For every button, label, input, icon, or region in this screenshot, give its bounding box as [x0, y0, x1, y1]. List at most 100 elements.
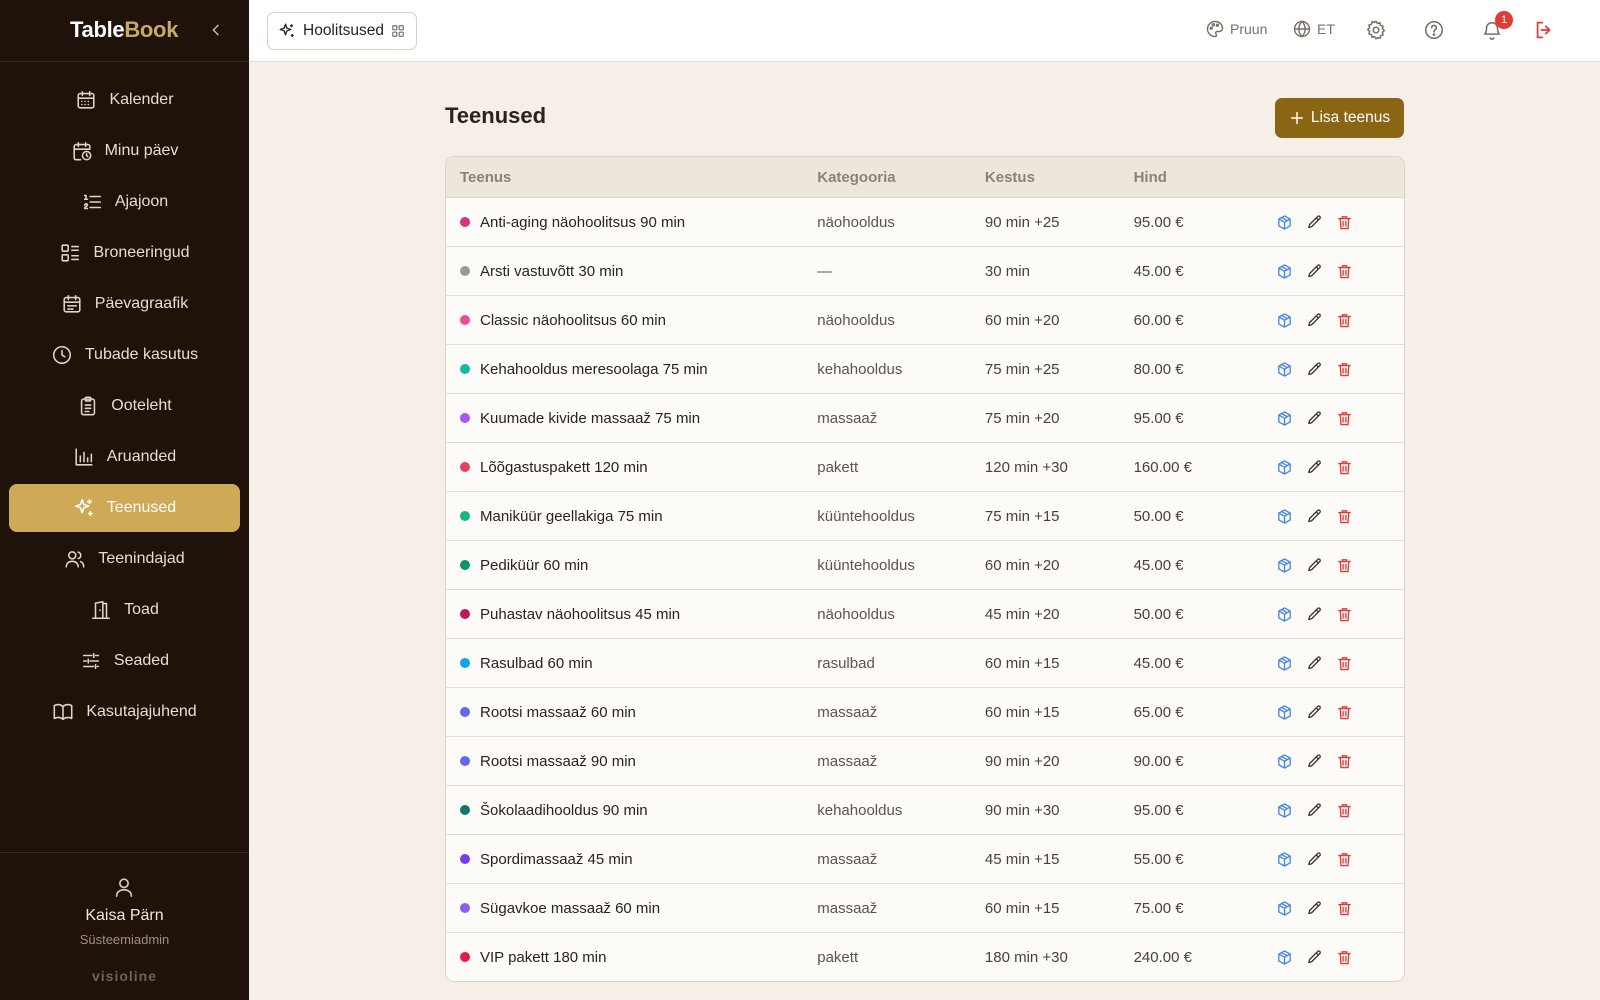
sidebar-item-tubade-kasutus[interactable]: Tubade kasutus — [9, 331, 240, 379]
package-button[interactable] — [1275, 556, 1293, 574]
delete-button[interactable] — [1335, 458, 1353, 476]
delete-button[interactable] — [1335, 654, 1353, 672]
sidebar-item-toad[interactable]: Toad — [9, 586, 240, 634]
delete-button[interactable] — [1335, 311, 1353, 329]
logout-button[interactable] — [1533, 19, 1555, 41]
delete-button[interactable] — [1335, 262, 1353, 280]
service-name: Kehahooldus meresoolaga 75 min — [480, 360, 708, 378]
sidebar-item-kasutajajuhend[interactable]: Kasutajajuhend — [9, 688, 240, 736]
service-name-cell: Kuumade kivide massaaž 75 min — [446, 410, 817, 427]
pencil-icon — [1307, 312, 1321, 326]
row-actions — [1275, 801, 1404, 819]
sidebar-item-kalender[interactable]: Kalender — [9, 76, 240, 124]
sidebar-item-ajajoon[interactable]: Ajajoon — [9, 178, 240, 226]
help-button[interactable] — [1423, 19, 1445, 41]
edit-button[interactable] — [1305, 409, 1323, 427]
language-switcher[interactable]: ET — [1292, 19, 1335, 39]
edit-button[interactable] — [1305, 605, 1323, 623]
edit-button[interactable] — [1305, 458, 1323, 476]
service-category: kehahooldus — [817, 801, 903, 819]
delete-button[interactable] — [1335, 360, 1353, 378]
delete-button[interactable] — [1335, 948, 1353, 966]
edit-button[interactable] — [1305, 507, 1323, 525]
sidebar-item-minu-päev[interactable]: Minu päev — [9, 127, 240, 175]
service-category: küüntehooldus — [817, 507, 915, 525]
calendar-icon — [77, 90, 96, 109]
edit-button[interactable] — [1305, 948, 1323, 966]
package-button[interactable] — [1275, 703, 1293, 721]
package-button[interactable] — [1275, 262, 1293, 280]
sidebar-item-seaded[interactable]: Seaded — [9, 637, 240, 685]
sidebar-item-aruanded[interactable]: Aruanded — [9, 433, 240, 481]
edit-button[interactable] — [1305, 899, 1323, 917]
package-button[interactable] — [1275, 605, 1293, 623]
add-service-button[interactable]: Lisa teenus — [1275, 98, 1404, 138]
settings-button[interactable] — [1365, 19, 1387, 41]
theme-label: Pruun — [1230, 21, 1268, 37]
edit-button[interactable] — [1305, 850, 1323, 868]
table-row: Arsti vastuvõtt 30 min — 30 min 45.00 € — [446, 247, 1404, 296]
sidebar-item-label: Seaded — [113, 652, 170, 669]
sidebar-item-ooteleht[interactable]: Ooteleht — [9, 382, 240, 430]
edit-button[interactable] — [1305, 360, 1323, 378]
package-button[interactable] — [1275, 507, 1293, 525]
package-icon — [1277, 753, 1291, 769]
trash-icon — [1337, 313, 1351, 327]
package-button[interactable] — [1275, 752, 1293, 770]
edit-button[interactable] — [1305, 654, 1323, 672]
row-actions — [1275, 752, 1404, 770]
table-row: Sügavkoe massaaž 60 min massaaž 60 min +15… — [446, 884, 1404, 933]
package-button[interactable] — [1275, 360, 1293, 378]
service-price: 75.00 € — [1133, 899, 1184, 917]
service-duration: 60 min +20 — [984, 311, 1060, 329]
package-button[interactable] — [1275, 213, 1293, 231]
service-price: 65.00 € — [1133, 703, 1184, 721]
sidebar-item-broneeringud[interactable]: Broneeringud — [9, 229, 240, 277]
package-button[interactable] — [1275, 948, 1293, 966]
sidebar-item-päevagraafik[interactable]: Päevagraafik — [9, 280, 240, 328]
delete-button[interactable] — [1335, 703, 1353, 721]
edit-button[interactable] — [1305, 801, 1323, 819]
pencil-icon — [1307, 508, 1321, 522]
edit-button[interactable] — [1305, 752, 1323, 770]
sliders-icon — [82, 652, 100, 670]
package-button[interactable] — [1275, 409, 1293, 427]
package-button[interactable] — [1275, 311, 1293, 329]
sidebar-item-label: Kasutajajuhend — [86, 703, 197, 720]
delete-button[interactable] — [1335, 556, 1353, 574]
delete-button[interactable] — [1335, 801, 1353, 819]
theme-switcher[interactable]: Pruun — [1205, 19, 1267, 39]
delete-button[interactable] — [1335, 850, 1353, 868]
service-category: — — [817, 262, 833, 280]
trash-icon — [1337, 411, 1351, 425]
delete-button[interactable] — [1335, 605, 1353, 623]
delete-button[interactable] — [1335, 409, 1353, 427]
package-button[interactable] — [1275, 801, 1293, 819]
edit-button[interactable] — [1305, 556, 1323, 574]
module-switcher-button[interactable]: Hoolitsused — [267, 12, 417, 50]
edit-button[interactable] — [1305, 311, 1323, 329]
delete-button[interactable] — [1335, 507, 1353, 525]
service-name-cell: Rootsi massaaž 60 min — [446, 704, 817, 721]
sidebar-item-teenused[interactable]: Teenused — [9, 484, 240, 532]
edit-button[interactable] — [1305, 213, 1323, 231]
pencil-icon — [1307, 655, 1321, 669]
sidebar: TableBook Kalender Minu päev Ajajoon Bronee… — [0, 0, 249, 1000]
sidebar-item-teenindajad[interactable]: Teenindajad — [9, 535, 240, 583]
topbar: Hoolitsused Pruun ET 1 — [249, 0, 1600, 62]
package-button[interactable] — [1275, 654, 1293, 672]
delete-button[interactable] — [1335, 899, 1353, 917]
package-button[interactable] — [1275, 899, 1293, 917]
edit-button[interactable] — [1305, 262, 1323, 280]
delete-button[interactable] — [1335, 752, 1353, 770]
sidebar-item-label: Teenindajad — [98, 550, 185, 567]
service-name: Classic näohoolitsus 60 min — [480, 311, 666, 329]
package-button[interactable] — [1275, 850, 1293, 868]
notifications-button[interactable]: 1 — [1481, 11, 1513, 41]
package-icon — [1277, 949, 1291, 965]
package-button[interactable] — [1275, 458, 1293, 476]
delete-button[interactable] — [1335, 213, 1353, 231]
collapse-sidebar-button[interactable] — [205, 19, 227, 41]
service-category: massaaž — [817, 899, 878, 917]
edit-button[interactable] — [1305, 703, 1323, 721]
